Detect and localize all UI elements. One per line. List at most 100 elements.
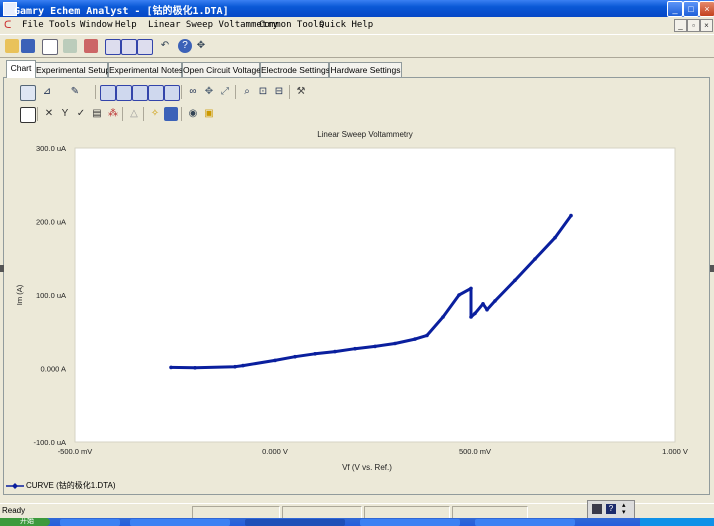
y-tick-label: 200.0 uA (36, 218, 66, 227)
taskbar: 开始 (0, 518, 714, 526)
data-point (373, 344, 377, 349)
data-point (493, 299, 497, 303)
data-point (313, 352, 317, 356)
data-table-icon[interactable] (20, 107, 36, 123)
marker-icon[interactable]: ⁂ (106, 107, 120, 121)
move-icon[interactable]: ✥ (202, 85, 216, 99)
splitter-right-icon[interactable] (710, 265, 714, 272)
menu-common-tools[interactable]: Common Tools (259, 20, 324, 30)
clear-icon[interactable]: ▤ (90, 107, 104, 121)
main-toolbar: ↶ ? ✥ (0, 34, 714, 58)
save-chart-icon[interactable] (164, 107, 178, 121)
system-tray (640, 518, 714, 526)
print-preview-icon[interactable] (63, 39, 77, 53)
menu-quick-help[interactable]: Quick Help (319, 20, 373, 30)
legend-series-label: CURVE (钴的极化1.DTA) (26, 481, 116, 490)
taskbar-item[interactable] (245, 519, 345, 526)
splitter-left-icon[interactable] (0, 265, 4, 272)
document-icon[interactable]: ᑕ (4, 20, 11, 31)
grid-icon[interactable] (148, 85, 164, 101)
data-point (413, 337, 417, 341)
chart-legend: CURVE (钴的极化1.DTA) (4, 479, 699, 492)
paint-icon[interactable]: ✎ (68, 85, 82, 99)
maximize-button[interactable]: □ (683, 1, 699, 17)
data-point (425, 333, 429, 338)
lock-icon[interactable]: ▣ (202, 107, 216, 121)
y-tick-label: 100.0 uA (36, 291, 66, 300)
data-point (441, 315, 445, 319)
cascade-icon[interactable] (137, 39, 153, 55)
keyboard-icon (592, 504, 602, 514)
page-icon[interactable] (100, 85, 116, 101)
close-button[interactable]: × (699, 1, 714, 17)
mdi-minimize-button[interactable]: _ (674, 19, 687, 32)
data-point (353, 346, 357, 351)
mdi-close-button[interactable]: × (700, 19, 713, 32)
data-point (485, 307, 489, 312)
select-y-icon[interactable]: Y (58, 107, 72, 121)
menu-tools[interactable]: Tools (49, 20, 76, 30)
taskbar-item[interactable] (475, 519, 575, 526)
mdi-restore-button[interactable]: ▫ (687, 19, 700, 32)
whats-this-icon[interactable]: ✥ (194, 39, 208, 53)
tile-horizontal-icon[interactable] (105, 39, 121, 55)
start-button[interactable]: 开始 (0, 518, 50, 526)
tab-chart[interactable]: Chart (6, 60, 36, 78)
menu-window[interactable]: Window (80, 20, 113, 30)
select-x-icon[interactable]: ✕ (42, 107, 56, 121)
chart-title: Linear Sweep Voltammetry (317, 130, 413, 139)
tools-icon[interactable]: ⚒ (294, 85, 308, 99)
help-icon[interactable]: ? (178, 39, 192, 53)
status-text: Ready (2, 506, 26, 515)
zoom-fit-icon[interactable]: ⊡ (256, 85, 270, 99)
view-icon[interactable]: ◉ (186, 107, 200, 121)
menu-help[interactable]: Help (115, 20, 137, 30)
report-icon[interactable] (84, 39, 98, 53)
image-icon[interactable] (164, 85, 180, 101)
tab-experimental-notes[interactable]: Experimental Notes (108, 62, 183, 77)
table-icon[interactable] (132, 85, 148, 101)
menu-bar: ᑕ File Tools Window Help Linear Sweep Vo… (0, 18, 714, 33)
save-icon[interactable] (21, 39, 35, 53)
tab-open-circuit-voltage[interactable]: Open Circuit Voltage (182, 62, 261, 77)
taskbar-item[interactable] (360, 519, 460, 526)
page-copy-icon[interactable] (116, 85, 132, 101)
x-tick-label: 1.000 V (662, 447, 688, 456)
scroll-arrows-icon: ▴ ▾ (622, 502, 626, 516)
help-tray-icon: ? (606, 504, 616, 514)
data-point (569, 213, 573, 218)
taskbar-item[interactable] (130, 519, 230, 526)
filter-icon[interactable]: ✓ (74, 107, 88, 121)
data-point (169, 365, 173, 370)
window-title: Gamry Echem Analyst - [钴的极化1.DTA] (14, 6, 229, 17)
copy-icon[interactable] (20, 85, 36, 101)
taskbar-item[interactable] (60, 519, 120, 526)
data-point (241, 363, 245, 368)
tab-electrode-settings[interactable]: Electrode Settings (260, 62, 330, 77)
data-point (393, 341, 397, 346)
status-scroll-control[interactable]: ? ▴ ▾ (587, 500, 635, 520)
chart-icon[interactable] (42, 39, 58, 55)
warning-icon[interactable]: △ (127, 107, 141, 121)
tab-strip: Chart Experimental Setup Experimental No… (0, 58, 714, 78)
zoom-out-icon[interactable]: ⊟ (272, 85, 286, 99)
data-point (513, 278, 517, 283)
zoom-icon[interactable]: ⤢ (218, 85, 232, 99)
minimize-button[interactable]: _ (667, 1, 683, 17)
zoom-in-icon[interactable]: ⌕ (240, 85, 254, 99)
tile-vertical-icon[interactable] (121, 39, 137, 55)
menu-file[interactable]: File (22, 20, 44, 30)
x-tick-label: -500.0 mV (58, 447, 93, 456)
tab-hardware-settings[interactable]: Hardware Settings (329, 62, 402, 77)
undo-icon[interactable]: ↶ (158, 39, 172, 53)
tab-experimental-setup[interactable]: Experimental Setup (35, 62, 110, 77)
chart-type-icon[interactable]: ⊿ (40, 85, 54, 99)
chart[interactable]: Linear Sweep Voltammetry 300.0 uA 200.0 uA… (10, 128, 706, 476)
legend-marker-icon (6, 483, 24, 489)
data-point (533, 257, 537, 261)
find-icon[interactable]: ∞ (186, 85, 200, 99)
new-icon[interactable]: ✧ (148, 107, 162, 121)
open-folder-icon[interactable] (5, 39, 19, 53)
y-tick-label: 300.0 uA (36, 144, 66, 153)
y-tick-label: 0.000 A (41, 365, 66, 374)
